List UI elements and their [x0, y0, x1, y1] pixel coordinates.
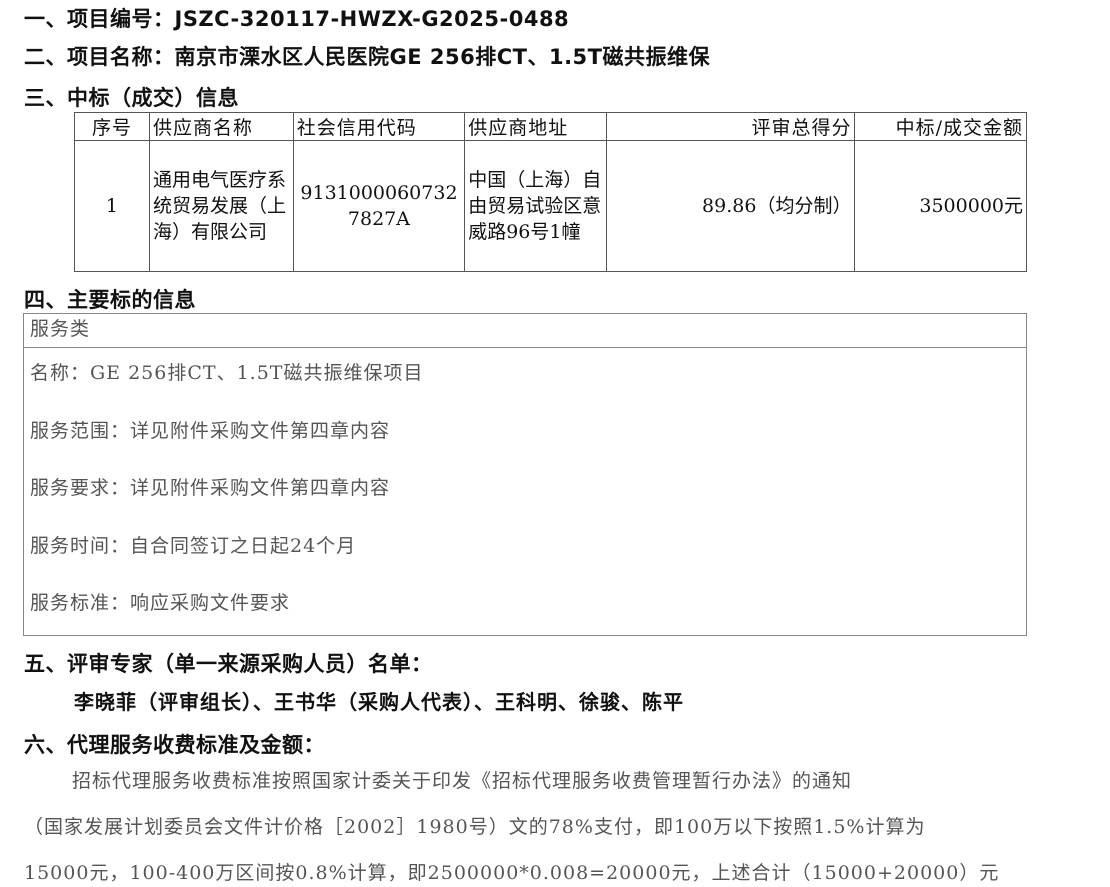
procurement-notice: 一、项目编号：JSZC-320117-HWZX-G2025-0488 二、项目名… [0, 0, 1110, 887]
service-name: 名称：GE 256排CT、1.5T磁共振维保项目 [30, 362, 424, 384]
award-table-header-row: 序号 供应商名称 社会信用代码 供应商地址 评审总得分 中标/成交金额 [74, 112, 1027, 141]
cell-amount: 3500000元 [854, 140, 1027, 272]
award-table: 序号 供应商名称 社会信用代码 供应商地址 评审总得分 中标/成交金额 1 通用… [74, 112, 1027, 272]
table-row: 1 通用电气医疗系统贸易发展（上海）有限公司 91310000607327827… [74, 140, 1027, 272]
col-header-score: 评审总得分 [605, 112, 856, 141]
agency-fee-heading: 六、代理服务收费标准及金额： [24, 733, 325, 757]
experts-list: 李晓菲（评审组长）、王书华（采购人代表）、王科明、徐骏、陈平 [74, 690, 684, 714]
service-scope: 服务范围：详见附件采购文件第四章内容 [30, 420, 391, 442]
col-header-credit-code: 社会信用代码 [292, 112, 466, 141]
project-number-heading: 一、项目编号：JSZC-320117-HWZX-G2025-0488 [24, 7, 570, 31]
experts-heading: 五、评审专家（单一来源采购人员）名单： [24, 652, 433, 676]
cell-credit-code: 91310000607327827A [292, 140, 466, 272]
service-standard: 服务标准：响应采购文件要求 [30, 592, 291, 614]
cell-address: 中国（上海）自由贸易试验区意威路96号1幢 [464, 140, 607, 272]
col-header-no: 序号 [74, 112, 150, 141]
col-header-amount: 中标/成交金额 [854, 112, 1027, 141]
fee-text-line-1: 招标代理服务收费标准按照国家计委关于印发《招标代理服务收费管理暂行办法》的通知 [72, 770, 853, 792]
service-time: 服务时间：自合同签订之日起24个月 [30, 535, 357, 557]
main-subject-heading: 四、主要标的信息 [24, 288, 196, 312]
service-info-box: 服务类 名称：GE 256排CT、1.5T磁共振维保项目 服务范围：详见附件采购… [23, 313, 1027, 636]
service-requirements: 服务要求：详见附件采购文件第四章内容 [30, 477, 391, 499]
award-info-heading: 三、中标（成交）信息 [24, 86, 239, 110]
col-header-address: 供应商地址 [464, 112, 607, 141]
cell-no: 1 [74, 140, 150, 272]
cell-score: 89.86（均分制） [605, 140, 856, 272]
fee-text-line-2: （国家发展计划委员会文件计价格［2002］1980号）文的78%支付，即100万… [24, 816, 926, 838]
fee-text-line-3: 15000元，100-400万区间按0.8%计算，即2500000*0.008=… [24, 862, 1000, 884]
project-name-heading: 二、项目名称：南京市溧水区人民医院GE 256排CT、1.5T磁共振维保 [24, 45, 710, 69]
col-header-supplier: 供应商名称 [148, 112, 294, 141]
service-category: 服务类 [24, 314, 1026, 348]
cell-supplier: 通用电气医疗系统贸易发展（上海）有限公司 [148, 140, 294, 272]
